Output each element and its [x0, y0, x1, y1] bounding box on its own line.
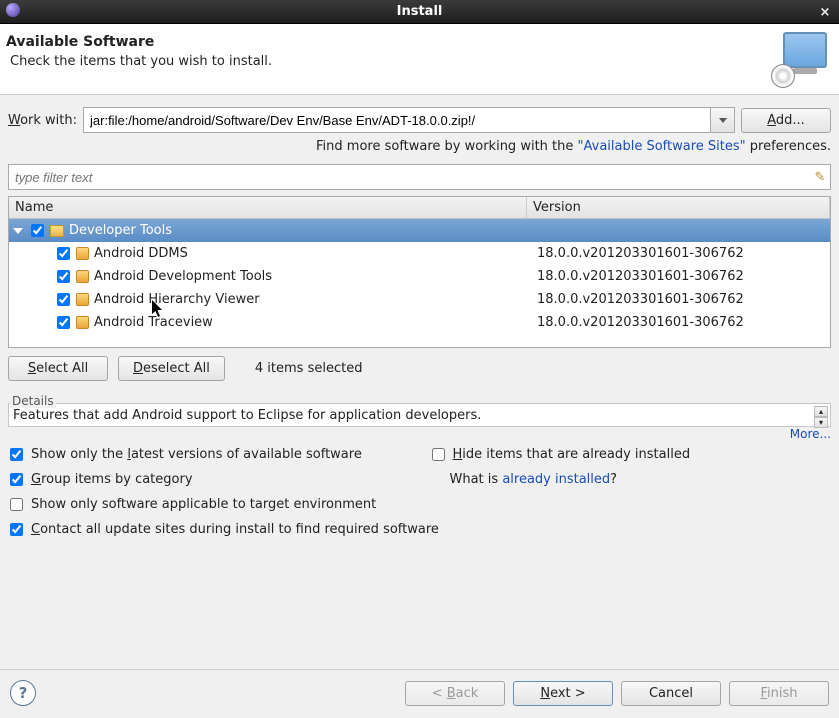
available-software-sites-link[interactable]: "Available Software Sites"	[578, 139, 746, 154]
tree-item-row[interactable]: Android Hierarchy Viewer 18.0.0.v2012033…	[9, 288, 830, 311]
tree-item-row[interactable]: Android DDMS 18.0.0.v201203301601-306762	[9, 242, 830, 265]
opt-group-checkbox[interactable]	[10, 473, 23, 486]
work-with-input[interactable]	[84, 108, 710, 132]
item-checkbox[interactable]	[57, 316, 70, 329]
filter-clear-icon[interactable]: ✎	[810, 170, 830, 185]
plugin-icon	[76, 270, 89, 283]
item-version: 18.0.0.v201203301601-306762	[531, 315, 830, 330]
already-installed-link[interactable]: already installed	[502, 472, 610, 487]
sites-hint: Find more software by working with the "…	[8, 139, 831, 154]
page-subtitle: Check the items that you wish to install…	[10, 54, 775, 69]
window-app-icon	[6, 3, 20, 17]
column-name[interactable]: Name	[9, 197, 527, 218]
folder-icon	[50, 225, 64, 237]
item-checkbox[interactable]	[57, 247, 70, 260]
opt-latest[interactable]: Show only the latest versions of availab…	[8, 447, 410, 462]
titlebar: Install ×	[0, 0, 839, 24]
opt-target-checkbox[interactable]	[10, 498, 23, 511]
details-more-link[interactable]: More...	[790, 427, 831, 441]
window-close-button[interactable]: ×	[817, 4, 833, 20]
help-button[interactable]: ?	[10, 680, 36, 706]
next-button[interactable]: Next >	[513, 681, 613, 706]
tree-header: Name Version	[9, 197, 830, 219]
selection-count: 4 items selected	[255, 361, 363, 376]
tree-group-row[interactable]: Developer Tools	[9, 219, 830, 242]
finish-button: Finish	[729, 681, 829, 706]
wizard-footer: ? < Back Next > Cancel Finish	[0, 669, 839, 718]
group-checkbox[interactable]	[31, 224, 44, 237]
opt-target[interactable]: Show only software applicable to target …	[8, 497, 831, 512]
back-button: < Back	[405, 681, 505, 706]
item-name: Android Development Tools	[94, 269, 272, 284]
wizard-header: Available Software Check the items that …	[0, 24, 839, 95]
opt-group[interactable]: Group items by category	[8, 472, 410, 487]
scroll-up-button[interactable]: ▴	[814, 406, 828, 417]
add-button[interactable]: Add...	[741, 108, 831, 133]
opt-latest-checkbox[interactable]	[10, 448, 23, 461]
software-tree[interactable]: Name Version Developer Tools Android DDM…	[8, 196, 831, 348]
opt-contact[interactable]: Contact all update sites during install …	[8, 522, 831, 537]
details-label: Details	[10, 394, 56, 408]
item-checkbox[interactable]	[57, 270, 70, 283]
cancel-button[interactable]: Cancel	[621, 681, 721, 706]
item-version: 18.0.0.v201203301601-306762	[531, 269, 830, 284]
deselect-all-button[interactable]: Deselect All	[118, 356, 225, 381]
details-text-area: Features that add Android support to Ecl…	[8, 403, 831, 427]
window-title: Install	[397, 4, 443, 19]
install-icon	[775, 32, 827, 84]
page-title: Available Software	[6, 34, 775, 50]
opt-contact-checkbox[interactable]	[10, 523, 23, 536]
already-installed-hint: What is already installed?	[430, 472, 832, 487]
column-version[interactable]: Version	[527, 197, 830, 218]
chevron-down-icon	[719, 118, 727, 123]
work-with-dropdown-button[interactable]	[710, 108, 734, 132]
tree-item-row[interactable]: Android Development Tools 18.0.0.v201203…	[9, 265, 830, 288]
item-name: Android DDMS	[94, 246, 188, 261]
opt-hide[interactable]: Hide items that are already installed	[430, 447, 832, 462]
plugin-icon	[76, 293, 89, 306]
filter-input[interactable]	[9, 170, 810, 185]
opt-hide-checkbox[interactable]	[432, 448, 445, 461]
item-name: Android Hierarchy Viewer	[94, 292, 260, 307]
select-all-button[interactable]: Select All	[8, 356, 108, 381]
work-with-combo[interactable]	[83, 107, 735, 133]
plugin-icon	[76, 316, 89, 329]
expand-toggle-icon[interactable]	[13, 228, 23, 234]
item-name: Android Traceview	[94, 315, 213, 330]
item-version: 18.0.0.v201203301601-306762	[531, 292, 830, 307]
item-version: 18.0.0.v201203301601-306762	[531, 246, 830, 261]
scroll-down-button[interactable]: ▾	[814, 417, 828, 428]
filter-input-wrapper[interactable]: ✎	[8, 164, 831, 190]
plugin-icon	[76, 247, 89, 260]
item-checkbox[interactable]	[57, 293, 70, 306]
work-with-label: Work with:	[8, 113, 77, 128]
group-label: Developer Tools	[69, 223, 172, 238]
tree-item-row[interactable]: Android Traceview 18.0.0.v201203301601-3…	[9, 311, 830, 334]
